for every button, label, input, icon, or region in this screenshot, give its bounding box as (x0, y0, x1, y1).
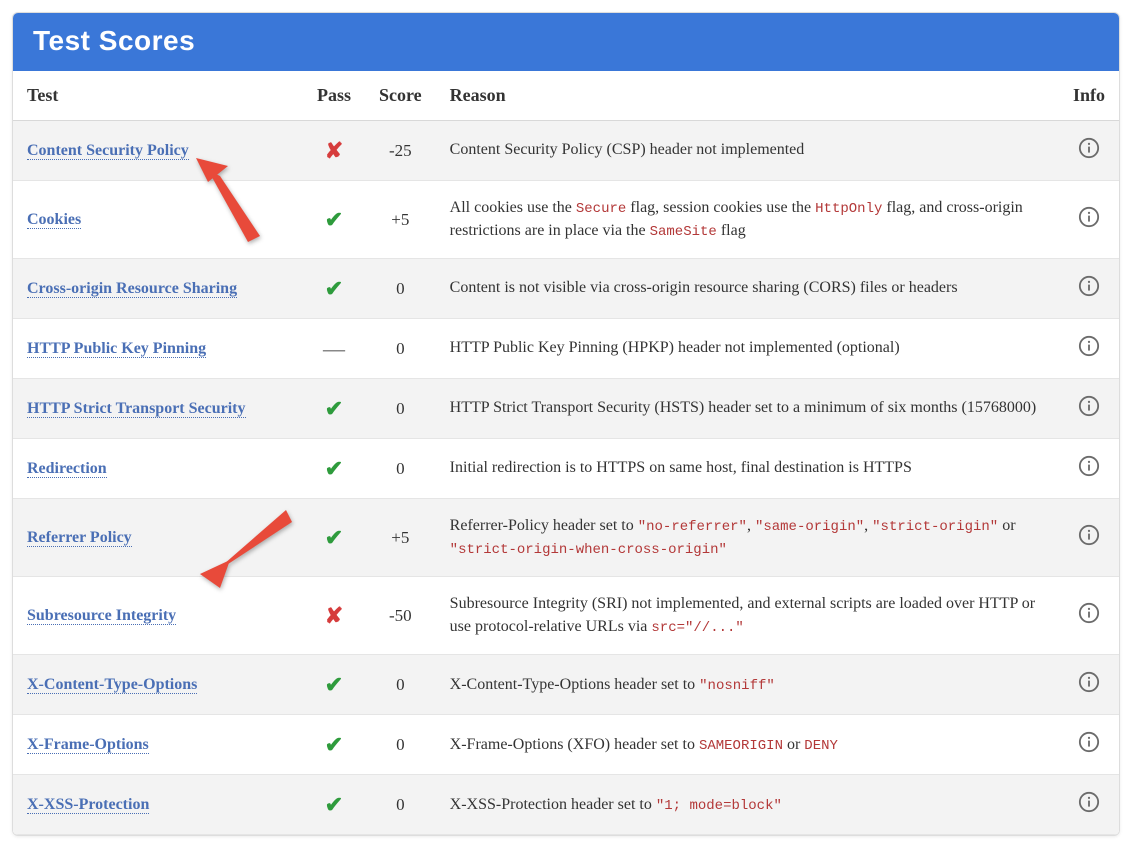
score-cell: 0 (365, 715, 436, 775)
col-header-info: Info (1059, 71, 1119, 121)
card-title: Test Scores (13, 13, 1119, 71)
reason-text: Subresource Integrity (SRI) not implemen… (450, 595, 1035, 634)
info-icon[interactable] (1078, 791, 1100, 813)
reason-text: X-Content-Type-Options header set to "no… (450, 676, 775, 693)
pass-cell: ✔ (303, 259, 365, 319)
table-row: Subresource Integrity ✘ -50 Subresource Int… (13, 577, 1119, 655)
info-icon[interactable] (1078, 671, 1100, 693)
score-cell: 0 (365, 439, 436, 499)
dash-icon: — (323, 336, 345, 361)
table-row: Referrer Policy ✔ +5 Referrer-Policy header… (13, 499, 1119, 577)
reason-text: HTTP Public Key Pinning (HPKP) header no… (450, 339, 900, 356)
test-link[interactable]: Redirection (27, 460, 107, 478)
score-cell: 0 (365, 379, 436, 439)
test-link[interactable]: X-Frame-Options (27, 736, 149, 754)
test-link[interactable]: Subresource Integrity (27, 607, 176, 625)
score-cell: 0 (365, 319, 436, 379)
info-icon[interactable] (1078, 395, 1100, 417)
score-cell: -50 (365, 577, 436, 655)
table-row: X-XSS-Protection ✔ 0 X-XSS-Protection heade… (13, 775, 1119, 835)
pass-cell: ✔ (303, 715, 365, 775)
pass-cell: ✔ (303, 439, 365, 499)
test-link[interactable]: Content Security Policy (27, 142, 189, 160)
pass-cell: ✘ (303, 577, 365, 655)
check-icon: ✔ (325, 672, 343, 697)
info-icon[interactable] (1078, 137, 1100, 159)
reason-text: All cookies use the Secure flag, session… (450, 199, 1023, 239)
reason-text: Referrer-Policy header set to "no-referr… (450, 517, 1016, 557)
info-icon[interactable] (1078, 206, 1100, 228)
pass-cell: ✔ (303, 379, 365, 439)
pass-cell: ✘ (303, 121, 365, 181)
test-link[interactable]: Referrer Policy (27, 529, 132, 547)
code-snippet: SameSite (650, 224, 717, 240)
reason-text: Content is not visible via cross-origin … (450, 279, 958, 296)
table-row: Redirection ✔ 0 Initial redirection is to H… (13, 439, 1119, 499)
test-link[interactable]: X-XSS-Protection (27, 796, 149, 814)
reason-text: Initial redirection is to HTTPS on same … (450, 459, 912, 476)
col-header-test: Test (13, 71, 303, 121)
test-link[interactable]: X-Content-Type-Options (27, 676, 197, 694)
cross-icon: ✘ (325, 138, 343, 163)
reason-text: Content Security Policy (CSP) header not… (450, 141, 805, 158)
reason-text: X-XSS-Protection header set to "1; mode=… (450, 796, 782, 813)
code-snippet: SAMEORIGIN (699, 738, 783, 754)
table-row: Content Security Policy ✘ -25 Content Secur… (13, 121, 1119, 181)
cross-icon: ✘ (325, 603, 343, 628)
table-row: X-Frame-Options ✔ 0 X-Frame-Options (XFO) h… (13, 715, 1119, 775)
check-icon: ✔ (325, 732, 343, 757)
info-icon[interactable] (1078, 602, 1100, 624)
score-cell: 0 (365, 775, 436, 835)
check-icon: ✔ (325, 396, 343, 421)
score-cell: 0 (365, 259, 436, 319)
info-icon[interactable] (1078, 524, 1100, 546)
reason-text: HTTP Strict Transport Security (HSTS) he… (450, 399, 1036, 416)
test-link[interactable]: Cookies (27, 211, 81, 229)
code-snippet: "nosniff" (699, 678, 775, 694)
code-snippet: HttpOnly (815, 201, 882, 217)
code-snippet: Secure (576, 201, 626, 217)
code-snippet: DENY (804, 738, 838, 754)
check-icon: ✔ (325, 792, 343, 817)
info-icon[interactable] (1078, 731, 1100, 753)
table-row: X-Content-Type-Options ✔ 0 X-Content-Type-O… (13, 655, 1119, 715)
score-cell: +5 (365, 499, 436, 577)
check-icon: ✔ (325, 276, 343, 301)
info-icon[interactable] (1078, 455, 1100, 477)
code-snippet: "1; mode=block" (656, 798, 782, 814)
code-snippet: "strict-origin" (872, 519, 998, 535)
score-cell: 0 (365, 655, 436, 715)
col-header-pass: Pass (303, 71, 365, 121)
check-icon: ✔ (325, 456, 343, 481)
col-header-score: Score (365, 71, 436, 121)
table-row: Cookies ✔ +5 All cookies use the Secure fla… (13, 181, 1119, 259)
info-icon[interactable] (1078, 335, 1100, 357)
pass-cell: ✔ (303, 181, 365, 259)
table-row: Cross-origin Resource Sharing ✔ 0 Content i… (13, 259, 1119, 319)
test-link[interactable]: HTTP Public Key Pinning (27, 340, 206, 358)
table-row: HTTP Strict Transport Security ✔ 0 HTTP Str… (13, 379, 1119, 439)
col-header-reason: Reason (436, 71, 1059, 121)
table-row: HTTP Public Key Pinning — 0 HTTP Public Key… (13, 319, 1119, 379)
score-cell: -25 (365, 121, 436, 181)
test-link[interactable]: HTTP Strict Transport Security (27, 400, 246, 418)
pass-cell: ✔ (303, 655, 365, 715)
code-snippet: "no-referrer" (638, 519, 747, 535)
info-icon[interactable] (1078, 275, 1100, 297)
test-scores-card: Test Scores Test Pass Score Reason Info … (12, 12, 1120, 836)
pass-cell: ✔ (303, 499, 365, 577)
check-icon: ✔ (325, 207, 343, 232)
pass-cell: — (303, 319, 365, 379)
code-snippet: src="//..." (651, 620, 743, 636)
code-snippet: "strict-origin-when-cross-origin" (450, 542, 727, 558)
reason-text: X-Frame-Options (XFO) header set to SAME… (450, 736, 838, 753)
check-icon: ✔ (325, 525, 343, 550)
pass-cell: ✔ (303, 775, 365, 835)
score-cell: +5 (365, 181, 436, 259)
test-link[interactable]: Cross-origin Resource Sharing (27, 280, 237, 298)
test-scores-table: Test Pass Score Reason Info Content Secu… (13, 71, 1119, 835)
code-snippet: "same-origin" (755, 519, 864, 535)
